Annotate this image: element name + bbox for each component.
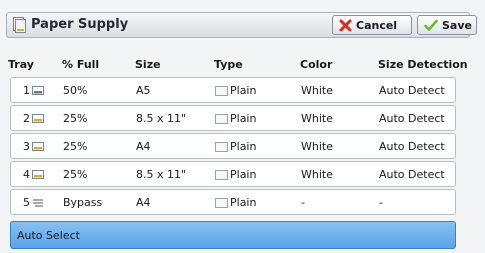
tray-row[interactable]: 1 50% A5 Plain White Auto Detect — [10, 77, 456, 103]
size-detection-cell: Auto Detect — [379, 84, 445, 97]
size-detection-cell: - — [379, 196, 383, 209]
cancel-label: Cancel — [356, 18, 398, 32]
type-cell: Plain — [215, 196, 256, 209]
paper-type-icon — [215, 85, 228, 96]
cancel-x-icon — [339, 19, 352, 31]
size-cell: A4 — [136, 196, 151, 209]
page-title: Paper Supply — [31, 17, 129, 32]
tray-number: 3 — [23, 140, 30, 153]
paper-type-icon — [215, 141, 228, 152]
save-label: Save — [442, 18, 472, 32]
type-label: Plain — [230, 168, 257, 181]
column-header-tray: Tray — [8, 58, 34, 71]
tray-number-cell: 3 — [23, 140, 44, 153]
tray-row[interactable]: 3 25% A4 Plain White Auto Detect — [10, 133, 456, 159]
color-cell: White — [301, 84, 333, 97]
column-header-size-detection: Size Detection — [378, 58, 468, 71]
tray-number-cell: 1 — [23, 84, 44, 97]
column-header-type: Type — [214, 58, 243, 71]
auto-select-label: Auto Select — [17, 229, 80, 242]
size-cell: A4 — [136, 140, 151, 153]
type-cell: Plain — [215, 112, 256, 125]
auto-select-row[interactable]: Auto Select — [10, 221, 456, 249]
size-cell: 8.5 x 11" — [136, 112, 187, 125]
tray-row[interactable]: 5 Bypass A4 Plain - - — [10, 189, 456, 215]
percent-full-cell: 25% — [63, 112, 88, 125]
paper-supply-icon — [13, 17, 26, 33]
percent-full-cell: 25% — [63, 168, 88, 181]
tray-row[interactable]: 2 25% 8.5 x 11" Plain White Auto Detect — [10, 105, 456, 131]
tray-level-icon — [32, 142, 44, 151]
tray-number-cell: 2 — [23, 112, 44, 125]
percent-full-cell: 25% — [63, 140, 88, 153]
tray-number: 1 — [23, 84, 30, 97]
size-detection-cell: Auto Detect — [379, 168, 445, 181]
tray-number-cell: 5 — [23, 196, 44, 209]
tray-number: 2 — [23, 112, 30, 125]
size-detection-cell: Auto Detect — [379, 140, 445, 153]
type-cell: Plain — [215, 140, 256, 153]
type-cell: Plain — [215, 84, 256, 97]
checkmark-icon — [424, 19, 438, 31]
title-bar: Paper Supply Cancel Save — [6, 12, 477, 38]
color-cell: White — [301, 112, 333, 125]
column-header-full: % Full — [62, 58, 100, 71]
save-button[interactable]: Save — [417, 15, 477, 35]
type-label: Plain — [230, 84, 257, 97]
size-cell: A5 — [136, 84, 151, 97]
paper-type-icon — [215, 197, 228, 208]
column-header-color: Color — [300, 58, 333, 71]
paper-supply-screen: Paper Supply Cancel Save Tray % Full Siz… — [0, 0, 485, 253]
color-cell: White — [301, 168, 333, 181]
tray-number: 4 — [23, 168, 30, 181]
tray-level-icon — [32, 114, 44, 123]
tray-level-icon — [32, 86, 44, 95]
bypass-tray-icon — [33, 199, 43, 207]
type-cell: Plain — [215, 168, 256, 181]
paper-type-icon — [215, 169, 228, 180]
size-detection-cell: Auto Detect — [379, 112, 445, 125]
paper-type-icon — [215, 113, 228, 124]
color-cell: White — [301, 140, 333, 153]
type-label: Plain — [230, 140, 257, 153]
percent-full-cell: Bypass — [63, 196, 103, 209]
type-label: Plain — [230, 112, 257, 125]
color-cell: - — [301, 196, 305, 209]
tray-level-icon — [32, 170, 44, 179]
tray-number-cell: 4 — [23, 168, 44, 181]
tray-number: 5 — [23, 196, 30, 209]
column-header-size: Size — [135, 58, 161, 71]
cancel-button[interactable]: Cancel — [332, 15, 412, 35]
type-label: Plain — [230, 196, 257, 209]
tray-row[interactable]: 4 25% 8.5 x 11" Plain White Auto Detect — [10, 161, 456, 187]
size-cell: 8.5 x 11" — [136, 168, 187, 181]
percent-full-cell: 50% — [63, 84, 88, 97]
